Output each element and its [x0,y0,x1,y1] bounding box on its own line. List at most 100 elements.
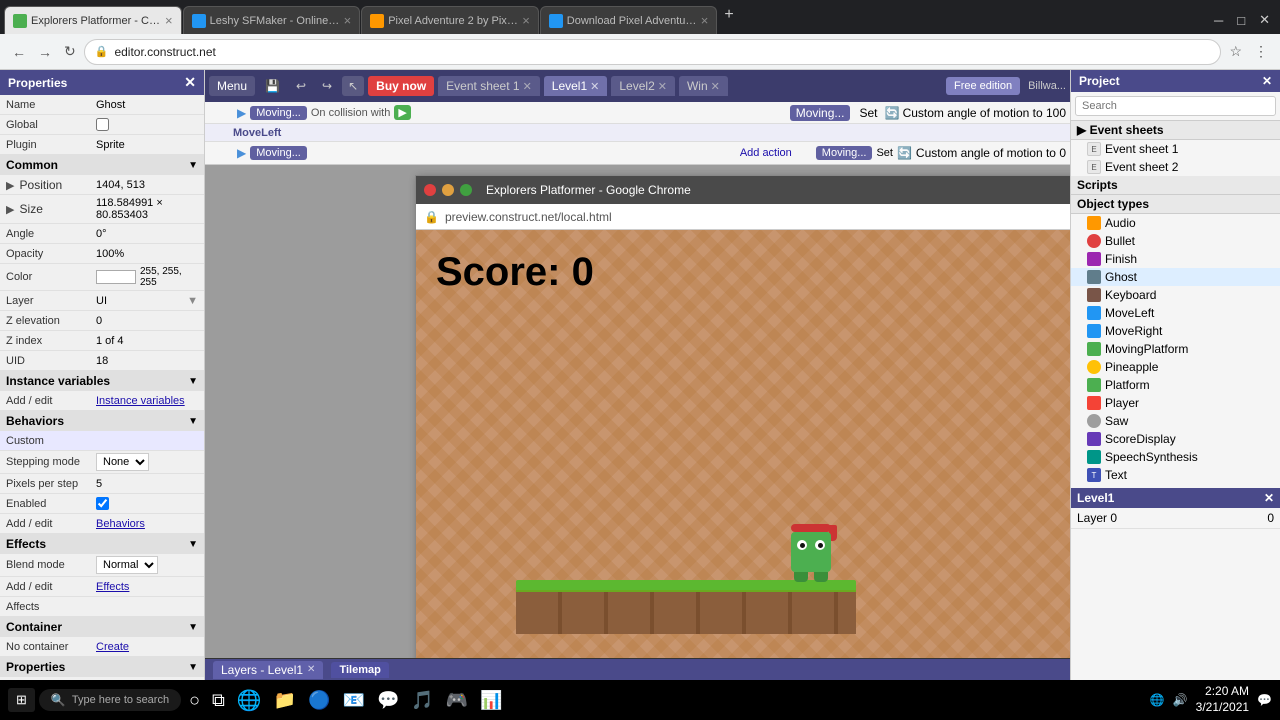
tree-moveleft[interactable]: MoveLeft [1071,304,1280,322]
event-sheets-section[interactable]: ▶ Event sheets [1071,121,1280,140]
instance-variables-link[interactable]: Instance variables [96,395,198,407]
browser-minimize[interactable]: ─ [1208,11,1229,30]
toolbar-redo[interactable]: ↪ [316,76,338,96]
taskbar-network-icon[interactable]: 🌐 [1150,693,1165,707]
tab-close-2[interactable]: × [522,13,530,28]
project-search-input[interactable] [1075,96,1276,116]
taskbar-chrome[interactable]: 🌐 [233,686,266,715]
tab-event-sheet-1[interactable]: Event sheet 1 ✕ [438,76,540,96]
taskbar-cortana[interactable]: ○ [185,688,204,713]
tab-close-1[interactable]: × [344,13,352,28]
tilemap-tab[interactable]: Tilemap [331,662,388,678]
tree-scoredisplay[interactable]: ScoreDisplay [1071,430,1280,448]
color-swatch[interactable] [96,270,136,284]
tab-close-0[interactable]: × [165,13,173,28]
event-sheet-tab-close[interactable]: ✕ [523,80,532,93]
layers-tab[interactable]: Layers - Level1 ✕ [213,661,323,679]
tree-platform[interactable]: Platform [1071,376,1280,394]
tree-movingplatform[interactable]: MovingPlatform [1071,340,1280,358]
browser-tab-1[interactable]: Leshy SFMaker - Online Sound ... × [183,6,361,34]
browser-tab-3[interactable]: Download Pixel Adventure 2 by ... × [540,6,718,34]
taskbar-search-button[interactable]: 🔍 Type here to search [39,689,181,711]
tree-moveright[interactable]: MoveRight [1071,322,1280,340]
browser-maximize[interactable]: □ [1231,11,1251,30]
taskbar-app-7[interactable]: 🎮 [442,688,472,713]
object-types-section[interactable]: Object types [1071,195,1280,214]
ide-menu-button[interactable]: Menu [209,76,255,96]
size-expand-icon[interactable]: ▶ [6,204,14,216]
buy-now-button[interactable]: Buy now [368,76,434,96]
tree-player[interactable]: Player [1071,394,1280,412]
taskbar-app-6[interactable]: 🎵 [407,688,437,713]
layer-dropdown-icon[interactable]: ▼ [187,295,198,307]
taskbar-volume-icon[interactable]: 🔊 [1173,693,1188,707]
create-link[interactable]: Create [96,641,198,653]
stepping-mode-select[interactable]: None [96,453,149,471]
taskbar-app-5[interactable]: 💬 [373,688,403,713]
level2-tab-close[interactable]: ✕ [658,80,667,93]
moving-badge-action[interactable]: Moving... [790,105,851,121]
browser-more[interactable]: ⋮ [1250,41,1272,62]
taskbar-app-4[interactable]: 📧 [339,688,369,713]
tree-event-sheet-1[interactable]: E Event sheet 1 [1071,140,1280,158]
tab-level1[interactable]: Level1 ✕ [544,76,608,96]
tree-keyboard[interactable]: Keyboard [1071,286,1280,304]
enabled-checkbox[interactable] [96,497,109,510]
tree-saw[interactable]: Saw [1071,412,1280,430]
win-tab-close[interactable]: ✕ [711,80,720,93]
taskbar-app-8[interactable]: 📊 [476,688,506,713]
taskbar-edge[interactable]: 🔵 [304,688,334,713]
taskbar-file-explorer[interactable]: 📁 [270,688,300,713]
behaviors-link[interactable]: Behaviors [96,518,198,530]
level1-tab-close[interactable]: ✕ [590,80,599,93]
effects-link[interactable]: Effects [96,581,198,593]
project-close[interactable]: ✕ [1262,74,1272,88]
tree-bullet[interactable]: Bullet [1071,232,1280,250]
browser-bookmark[interactable]: ☆ [1225,41,1246,62]
properties-section[interactable]: Properties ▼ [0,657,204,677]
collision-sprite[interactable]: ▶ [394,105,410,120]
position-expand-icon[interactable]: ▶ [6,180,14,192]
browser-tab-0[interactable]: Explorers Platformer - Constr... × [4,6,182,34]
instance-vars-section[interactable]: Instance variables ▼ [0,371,204,391]
tree-text[interactable]: T Text [1071,466,1280,484]
game-canvas[interactable]: Score: 0 [416,230,1070,658]
browser-forward[interactable]: → [34,42,56,62]
tree-speechsynthesis[interactable]: SpeechSynthesis [1071,448,1280,466]
toolbar-save[interactable]: 💾 [259,76,286,96]
toolbar-pointer[interactable]: ↖ [342,76,364,96]
browser-close[interactable]: ✕ [1253,10,1276,30]
moving-badge-1[interactable]: Moving... [250,106,307,120]
window-close-btn[interactable] [424,184,436,196]
common-section[interactable]: Common ▼ [0,155,204,175]
add-action-link[interactable]: Add action [740,147,792,159]
blend-mode-select[interactable]: Normal [96,556,158,574]
taskbar-start-button[interactable]: ⊞ [8,688,35,712]
tab-win[interactable]: Win ✕ [679,76,728,96]
free-edition-button[interactable]: Free edition [946,77,1020,95]
moving-badge-2[interactable]: Moving... [250,146,307,160]
layers-tab-close[interactable]: ✕ [307,664,315,675]
tab-level2[interactable]: Level2 ✕ [611,76,675,96]
global-checkbox[interactable] [96,118,109,131]
tree-audio[interactable]: Audio [1071,214,1280,232]
taskbar-notification-icon[interactable]: 💬 [1257,693,1272,707]
scripts-section[interactable]: Scripts [1071,176,1280,195]
tree-ghost[interactable]: Ghost [1071,268,1280,286]
behaviors-section[interactable]: Behaviors ▼ [0,411,204,431]
container-section[interactable]: Container ▼ [0,617,204,637]
toolbar-undo[interactable]: ↩ [290,76,312,96]
level1-panel-close[interactable]: ✕ [1264,491,1274,505]
taskbar-task-view[interactable]: ⧉ [208,688,229,713]
window-max-btn[interactable] [460,184,472,196]
effects-section[interactable]: Effects ▼ [0,534,204,554]
new-tab-button[interactable]: + [718,6,739,24]
properties-close[interactable]: ✕ [184,74,196,91]
browser-tab-2[interactable]: Pixel Adventure 2 by Pixel Frog × [361,6,539,34]
tree-event-sheet-2[interactable]: E Event sheet 2 [1071,158,1280,176]
tree-finish[interactable]: Finish [1071,250,1280,268]
moving-badge-3[interactable]: Moving... [816,146,873,160]
tree-pineapple[interactable]: Pineapple [1071,358,1280,376]
tab-close-3[interactable]: × [701,13,709,28]
browser-back[interactable]: ← [8,42,30,62]
